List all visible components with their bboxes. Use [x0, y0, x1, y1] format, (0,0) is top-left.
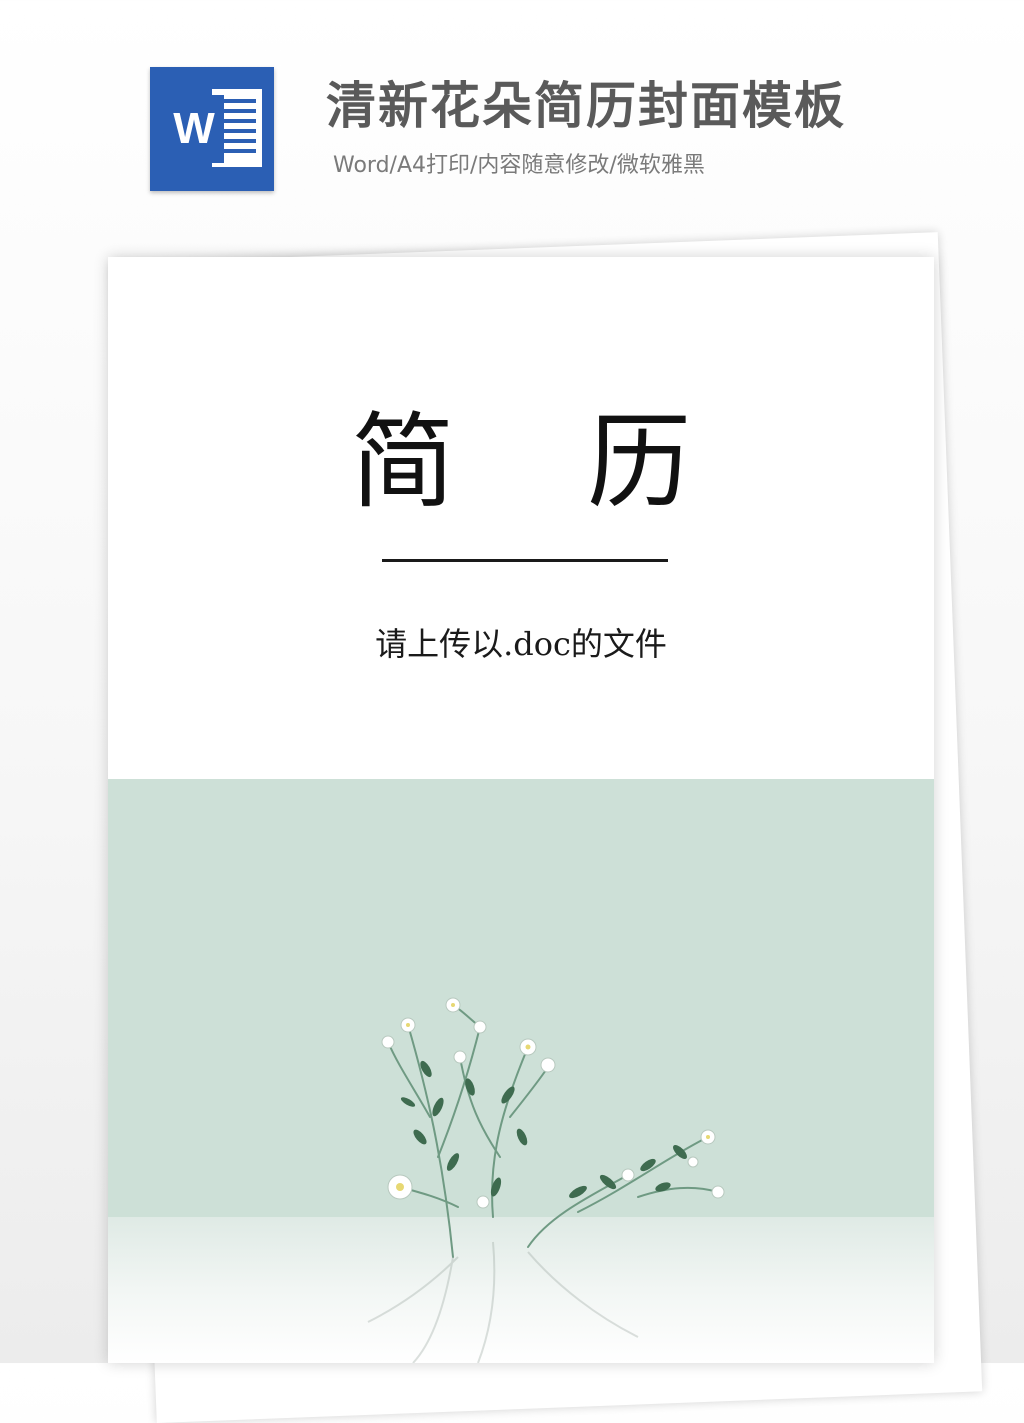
header-subtitle: Word/A4打印/内容随意修改/微软雅黑: [333, 153, 705, 178]
word-logo-icon: W: [150, 67, 274, 191]
word-logo-letter: W: [164, 95, 224, 163]
flower-illustration: [367, 997, 725, 1363]
resume-cover-page: 简 历 请上传以.doc的文件: [108, 257, 934, 1363]
header-title: 清新花朵简历封面模板: [326, 77, 846, 135]
